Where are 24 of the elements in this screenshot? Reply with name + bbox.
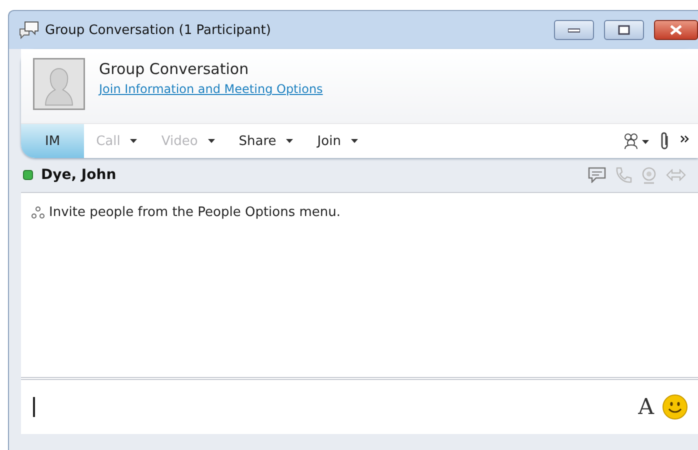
toolbar-dropdown[interactable]: Join: [305, 124, 370, 158]
chevron-icon[interactable]: [680, 135, 690, 143]
info-message: Invite people from the People Options menu.: [49, 205, 341, 220]
conversation-title: Group Conversation: [99, 60, 250, 78]
close-icon: [670, 25, 682, 35]
avatar-icon: [33, 58, 85, 110]
minimize-icon: [568, 28, 580, 32]
font-button[interactable]: A: [638, 394, 654, 420]
chat-bubble-icon[interactable]: [588, 167, 606, 183]
minimize-button[interactable]: [554, 20, 594, 40]
paperclip-icon[interactable]: [660, 131, 670, 151]
maximize-icon: [618, 25, 630, 35]
participant-name: Dye, John: [41, 167, 116, 183]
maximize-button[interactable]: [604, 20, 644, 40]
window-title: Group Conversation (1 Participant): [45, 22, 271, 38]
toolbar-tab[interactable]: IM: [21, 124, 84, 158]
smiley-icon[interactable]: [662, 394, 688, 420]
presence-icon: [23, 170, 33, 180]
chat-bubbles-icon: [19, 21, 39, 39]
join-info-link[interactable]: Join Information and Meeting Options: [99, 82, 323, 96]
people-options-icon[interactable]: [622, 132, 650, 150]
people-icon: [31, 206, 45, 219]
toolbar-dropdown[interactable]: Share: [226, 124, 306, 158]
close-button[interactable]: [654, 20, 698, 40]
